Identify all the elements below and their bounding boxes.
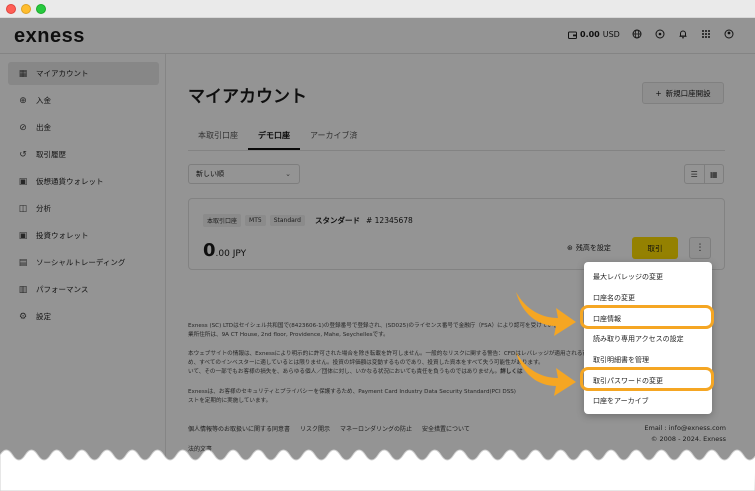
- minimize-window-button[interactable]: [21, 4, 31, 14]
- pointer-arrow-icon: [516, 352, 576, 396]
- app-window: exness 0.00 USD ▦ マイアカウント ⊕ 入金 ⊘ 出金 ↺ 取引…: [0, 0, 755, 491]
- account-options-menu: 最大レバレッジの変更 口座名の変更 口座情報 読み取り専用アクセスの設定 取引明…: [584, 262, 712, 414]
- window-titlebar: [0, 0, 755, 18]
- menu-item-rename-account[interactable]: 口座名の変更: [584, 288, 712, 309]
- modal-overlay: [0, 18, 755, 491]
- menu-item-archive-account[interactable]: 口座をアーカイブ: [584, 391, 712, 412]
- pointer-arrow-icon: [516, 292, 576, 336]
- menu-item-read-only-access[interactable]: 読み取り専用アクセスの設定: [584, 329, 712, 350]
- close-window-button[interactable]: [6, 4, 16, 14]
- torn-edge-decoration: [0, 449, 755, 491]
- menu-item-account-info[interactable]: 口座情報: [584, 308, 712, 329]
- menu-item-change-leverage[interactable]: 最大レバレッジの変更: [584, 267, 712, 288]
- menu-item-change-trading-password[interactable]: 取引パスワードの変更: [584, 370, 712, 391]
- menu-item-manage-statements[interactable]: 取引明細書を管理: [584, 350, 712, 371]
- maximize-window-button[interactable]: [36, 4, 46, 14]
